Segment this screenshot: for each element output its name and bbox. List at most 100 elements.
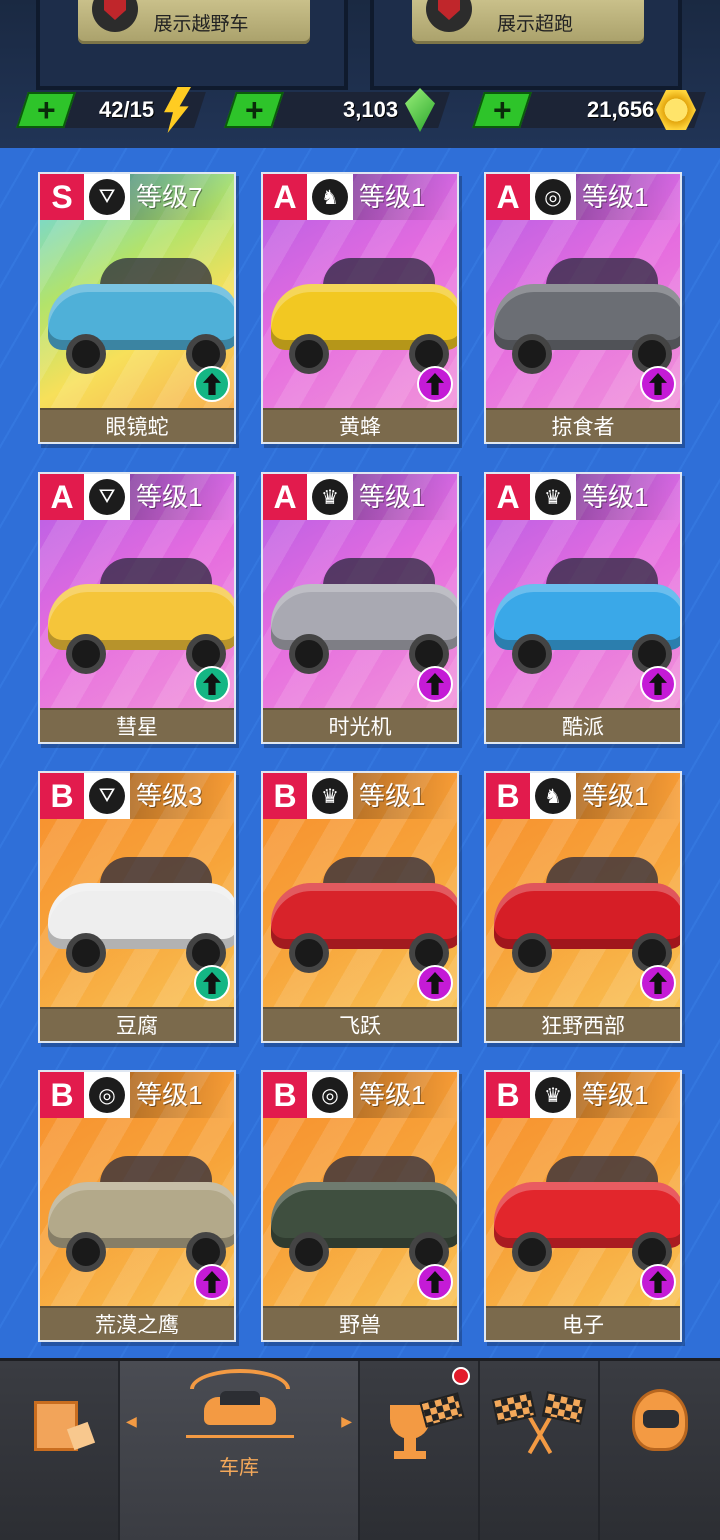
nav-left-arrow-icon[interactable]: ◀ (126, 1413, 137, 1430)
car-card[interactable]: S ⛛ 等级7 眼镜蛇 (38, 172, 236, 444)
car-name: 掠食者 (486, 408, 680, 442)
coin-value: 21,656 (586, 97, 654, 122)
car-name: 野兽 (263, 1306, 457, 1340)
gold-coin-icon (654, 86, 698, 134)
card-header: A ♛ 等级1 (263, 474, 457, 520)
card-header: B ♛ 等级1 (263, 773, 457, 819)
card-header: A ♞ 等级1 (263, 174, 457, 220)
supercar-showcase[interactable]: 展示超跑 (370, 0, 682, 90)
car-level: 等级1 (353, 773, 457, 819)
car-level: 等级7 (130, 174, 234, 220)
car-name: 酷派 (486, 708, 680, 742)
car-grade-badge: B (263, 1072, 307, 1118)
add-energy-button[interactable]: + (16, 92, 76, 128)
upgrade-arrow-icon[interactable] (194, 965, 230, 1001)
card-header: B ⛛ 等级3 (40, 773, 234, 819)
nav-race[interactable] (480, 1361, 600, 1540)
car-grade-badge: A (40, 474, 84, 520)
currency-bar: + 42/15 + 3,103 + 21,656 (0, 86, 720, 134)
car-level: 等级3 (130, 773, 234, 819)
upgrade-arrow-icon[interactable] (194, 1264, 230, 1300)
gem-counter: + 3,103 (224, 92, 450, 128)
add-coins-button[interactable]: + (472, 92, 532, 128)
upgrade-arrow-icon[interactable] (194, 366, 230, 402)
car-name: 狂野西部 (486, 1007, 680, 1041)
car-level: 等级1 (353, 474, 457, 520)
nav-garage[interactable]: ◀ 车库 ▶ (120, 1361, 360, 1540)
nav-events[interactable] (360, 1361, 480, 1540)
showcase-plate-supercar: 展示超跑 (412, 0, 644, 44)
upgrade-arrow-icon[interactable] (640, 366, 676, 402)
car-grade-badge: A (263, 474, 307, 520)
car-card[interactable]: A ♞ 等级1 黄蜂 (261, 172, 459, 444)
car-card[interactable]: B ◎ 等级1 荒漠之鹰 (38, 1070, 236, 1342)
car-card[interactable]: A ♛ 等级1 时光机 (261, 472, 459, 744)
upgrade-arrow-icon[interactable] (417, 666, 453, 702)
coin-counter: + 21,656 (472, 92, 706, 128)
upgrade-arrow-icon[interactable] (640, 965, 676, 1001)
car-name: 黄蜂 (263, 408, 457, 442)
upgrade-arrow-icon[interactable] (417, 1264, 453, 1300)
car-card[interactable]: B ♛ 等级1 电子 (484, 1070, 682, 1342)
car-card[interactable]: B ♞ 等级1 狂野西部 (484, 771, 682, 1043)
car-card[interactable]: A ◎ 等级1 掠食者 (484, 172, 682, 444)
racing-helmet-icon (632, 1389, 688, 1451)
card-header: B ◎ 等级1 (263, 1072, 457, 1118)
card-header: B ♞ 等级1 (486, 773, 680, 819)
car-grade-badge: B (40, 773, 84, 819)
nav-profile[interactable] (600, 1361, 720, 1540)
car-image (48, 556, 234, 676)
car-grade-badge: B (263, 773, 307, 819)
car-name: 荒漠之鹰 (40, 1306, 234, 1340)
tire-icon: ◎ (530, 174, 576, 220)
crown-gauge-icon: ♛ (307, 773, 353, 819)
energy-value: 42/15 (98, 97, 154, 122)
offroad-showcase[interactable]: 展示越野车 (36, 0, 348, 90)
car-grade-badge: A (486, 474, 530, 520)
top-header: 展示越野车 展示超跑 + 42/15 + 3,103 + 21,656 (0, 0, 720, 148)
upgrade-arrow-icon[interactable] (194, 666, 230, 702)
tire-icon: ◎ (307, 1072, 353, 1118)
crown-gauge-icon: ♛ (530, 474, 576, 520)
car-card[interactable]: B ♛ 等级1 飞跃 (261, 771, 459, 1043)
car-image (494, 1154, 680, 1274)
car-level: 等级1 (353, 1072, 457, 1118)
upgrade-arrow-icon[interactable] (417, 965, 453, 1001)
card-header: A ◎ 等级1 (486, 174, 680, 220)
nav-shop[interactable] (0, 1361, 120, 1540)
car-card[interactable]: B ⛛ 等级3 豆腐 (38, 771, 236, 1043)
gem-value: 3,103 (342, 97, 398, 122)
car-grade-badge: B (486, 773, 530, 819)
car-image (48, 1154, 234, 1274)
car-name: 时光机 (263, 708, 457, 742)
car-card[interactable]: A ⛛ 等级1 彗星 (38, 472, 236, 744)
nav-right-arrow-icon[interactable]: ▶ (341, 1413, 352, 1430)
green-gem-icon (398, 86, 442, 134)
upgrade-arrow-icon[interactable] (640, 666, 676, 702)
car-name: 飞跃 (263, 1007, 457, 1041)
car-image (271, 556, 457, 676)
upgrade-arrow-icon[interactable] (640, 1264, 676, 1300)
parcel-box-icon (30, 1391, 96, 1457)
car-image (48, 256, 234, 376)
car-level: 等级1 (576, 174, 680, 220)
notification-badge (452, 1367, 470, 1385)
car-level: 等级1 (130, 1072, 234, 1118)
shield-badge-icon (426, 0, 472, 32)
garage-grid: S ⛛ 等级7 眼镜蛇 A ♞ 等级1 黄蜂 A ◎ 等级1 掠食者 A ⛛ 等级1 彗星 A ♛ 等级1 时光机 A ♛… (0, 148, 720, 1358)
energy-counter: + 42/15 (16, 92, 206, 128)
card-header: A ♛ 等级1 (486, 474, 680, 520)
checkered-flags-icon (491, 1391, 587, 1465)
upgrade-arrow-icon[interactable] (417, 366, 453, 402)
card-header: B ♛ 等级1 (486, 1072, 680, 1118)
car-image (271, 855, 457, 975)
car-card[interactable]: B ◎ 等级1 野兽 (261, 1070, 459, 1342)
road-icon: ⛛ (84, 474, 130, 520)
car-card[interactable]: A ♛ 等级1 酷派 (484, 472, 682, 744)
car-grade-badge: A (486, 174, 530, 220)
horse-icon: ♞ (307, 174, 353, 220)
car-grade-badge: B (486, 1072, 530, 1118)
car-level: 等级1 (353, 174, 457, 220)
add-gems-button[interactable]: + (224, 92, 284, 128)
road-icon: ⛛ (84, 174, 130, 220)
